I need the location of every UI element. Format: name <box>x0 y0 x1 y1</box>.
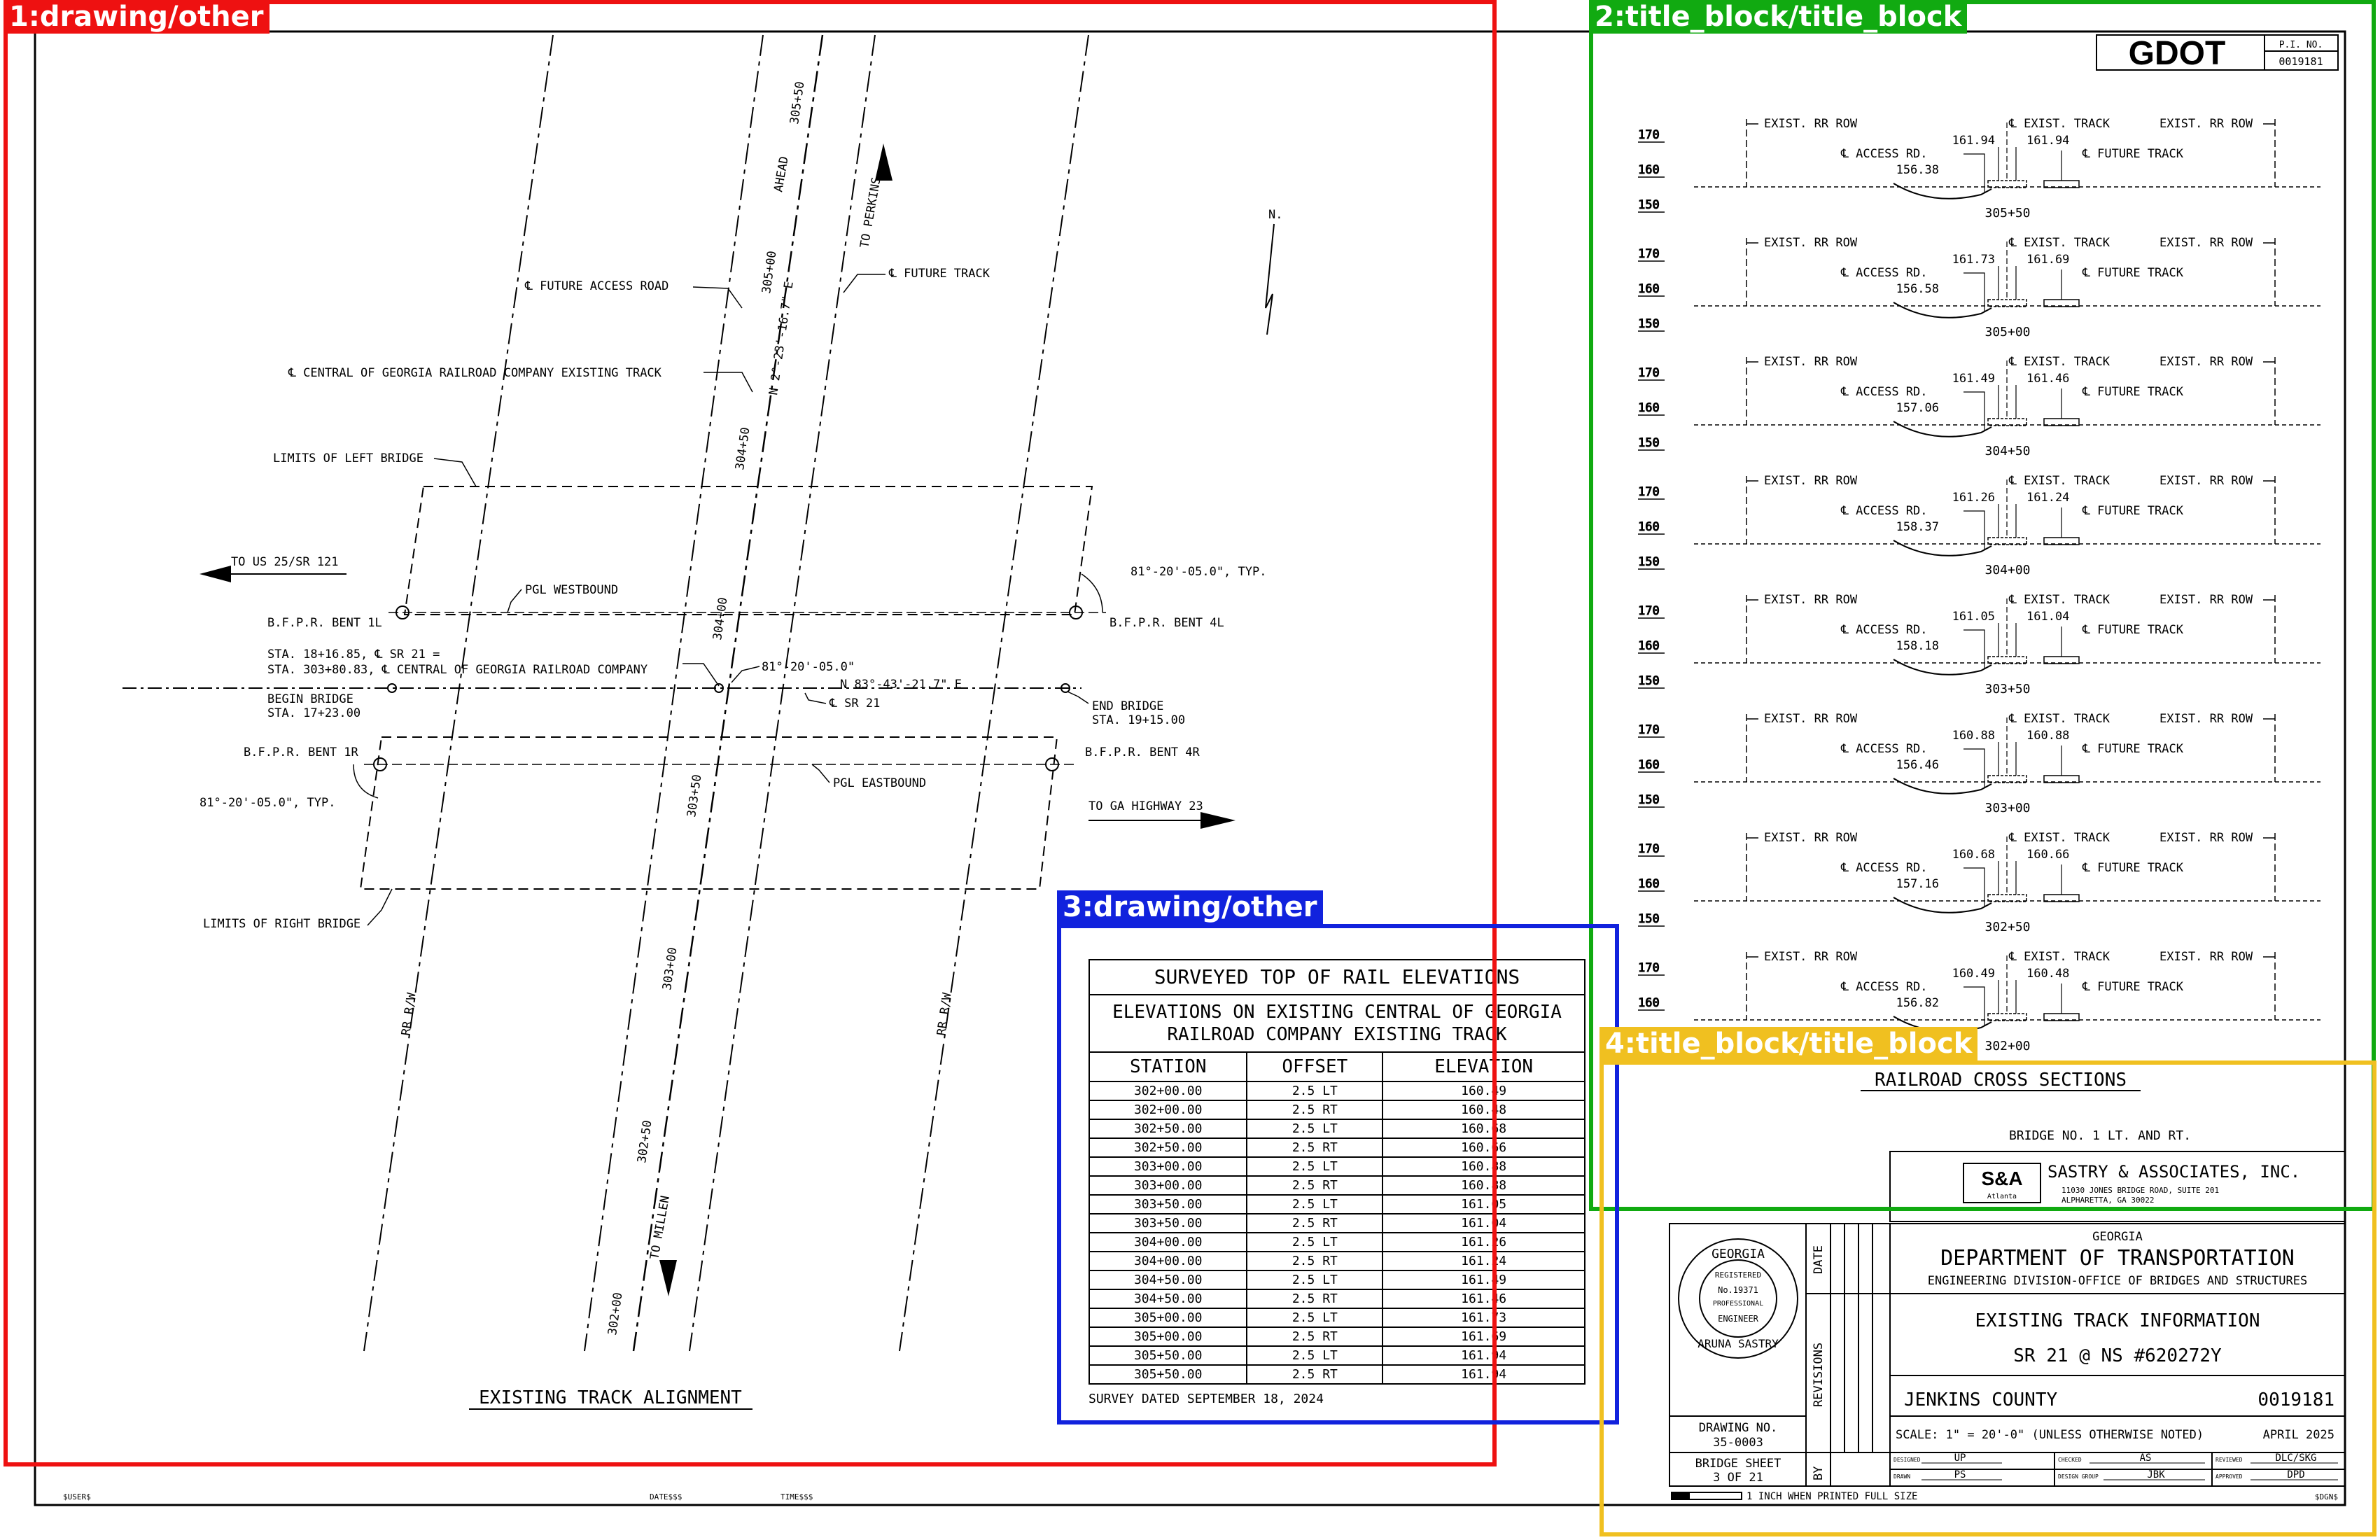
annotation-box-3 <box>1057 924 1619 1424</box>
annotation-label-3: 3:drawing/other <box>1057 890 1323 924</box>
annotation-box-4 <box>1600 1060 2376 1536</box>
footer-user: $USER$ <box>63 1492 91 1502</box>
annotation-label-1: 1:drawing/other <box>4 0 270 34</box>
annotation-label-2: 2:title_block/title_block <box>1589 0 1968 34</box>
annotation-label-4: 4:title_block/title_block <box>1600 1027 1978 1060</box>
footer-date: DATE$$$ <box>650 1492 682 1502</box>
footer-time: TIME$$$ <box>780 1492 813 1502</box>
